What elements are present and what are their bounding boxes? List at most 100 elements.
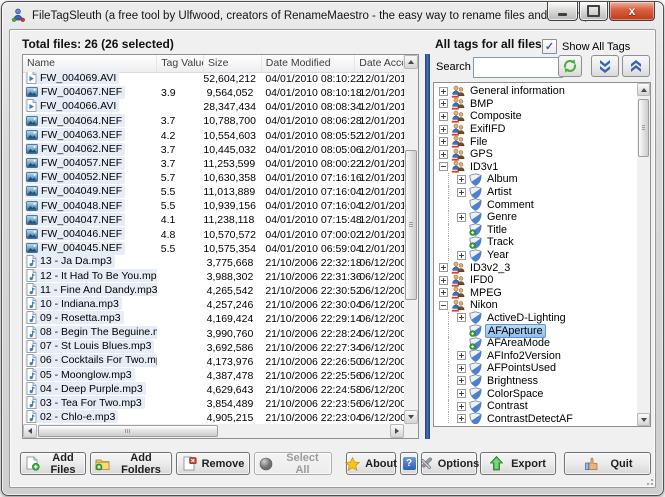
resize-grip[interactable] (643, 475, 653, 485)
hscroll-thumb[interactable] (38, 425, 218, 437)
add-files-button[interactable]: Add Files (20, 452, 86, 476)
table-row[interactable]: FW_004057.NEF 3.7 11,253,599 04/01/2010 08:… (23, 156, 404, 171)
expander-minus-icon[interactable] (439, 162, 448, 172)
expander-plus-icon[interactable] (439, 137, 448, 147)
tree-item-afpointsused[interactable]: AFPointsUsed (435, 362, 636, 375)
table-row[interactable]: FW_004046.NEF 4.8 10,570,572 04/01/2010 07:… (23, 227, 404, 242)
tree-item-contrast[interactable]: Contrast (435, 399, 636, 413)
tree-item-comment[interactable]: Comment (435, 198, 636, 211)
scroll-right-button[interactable] (390, 424, 404, 438)
expander-plus-icon[interactable] (439, 263, 448, 273)
tree-item-contrastdetectaf[interactable]: ContrastDetectAF (435, 412, 636, 424)
tree-item-title[interactable]: Title (435, 223, 636, 237)
tree-item-afareamode[interactable]: AFAreaMode (435, 336, 636, 350)
tree-item-general-information[interactable]: General information (435, 85, 636, 98)
table-row[interactable]: 02 - Chlo-e.mp3 4,905,215 21/10/2006 22:23… (23, 410, 404, 424)
table-row[interactable]: FW_004067.NEF 3.9 9,564,052 04/01/2010 08:1… (23, 85, 404, 100)
expander-plus-icon[interactable] (457, 389, 466, 399)
tree-item-id3v2-3[interactable]: ID3v2_3 (435, 261, 636, 274)
tree-item-id3v1[interactable]: ID3v1 (435, 161, 636, 174)
tree-item-composite[interactable]: Composite (435, 110, 636, 123)
show-all-tags-checkbox[interactable]: ✓ Show All Tags (542, 39, 630, 54)
table-row[interactable]: FW_004047.NEF 4.1 11,238,118 04/01/2010 07:… (23, 213, 404, 227)
vscroll-thumb[interactable] (405, 150, 417, 300)
table-row[interactable]: FW_004049.NEF 5.5 11,013,889 04/01/2010 07:… (23, 184, 404, 199)
tree-item-brightness[interactable]: Brightness (435, 374, 636, 388)
tree-item-ifd0[interactable]: IFD0 (435, 274, 636, 287)
table-row[interactable]: FW_004052.NEF 5.7 10,630,358 04/01/2010 07:… (23, 170, 404, 185)
table-row[interactable]: 04 - Deep Purple.mp3 4,629,643 21/10/2006 … (23, 382, 404, 397)
table-row[interactable]: 11 - Fine And Dandy.mp3 4,265,542 21/10/20… (23, 283, 404, 298)
table-row[interactable]: 06 - Cocktails For Two.mp3 4,173,976 21/10… (23, 353, 404, 369)
table-row[interactable]: FW_004048.NEF 5.5 10,939,156 04/01/2010 07:… (23, 199, 404, 213)
expander-plus-icon[interactable] (457, 401, 466, 411)
expander-plus-icon[interactable] (439, 124, 448, 134)
expander-plus-icon[interactable] (457, 351, 466, 361)
table-row[interactable]: 08 - Begin The Beguine.mp3 3,990,760 21/10… (23, 325, 404, 341)
table-row[interactable]: FW_004064.NEF 3.7 10,788,700 04/01/2010 08:… (23, 114, 404, 128)
table-row[interactable]: FW_004066.AVI 28,347,434 04/01/2010 08:08:… (23, 99, 404, 114)
checkbox-icon[interactable]: ✓ (542, 39, 557, 54)
help-button[interactable]: ? (400, 452, 418, 475)
minimize-button[interactable] (547, 2, 578, 21)
column-header-name[interactable]: Name (23, 55, 158, 72)
expander-plus-icon[interactable] (439, 149, 448, 159)
maximize-button[interactable] (579, 2, 608, 21)
tree-item-genre[interactable]: Genre (435, 210, 636, 224)
column-header-tag-value[interactable]: Tag Value (157, 55, 205, 72)
export-button[interactable]: Export (480, 452, 556, 475)
scroll-down-button[interactable] (404, 410, 418, 424)
table-row[interactable]: 12 - It Had To Be You.mp3 3,988,302 21/10/… (23, 269, 404, 284)
scroll-up-button[interactable] (404, 55, 418, 69)
expander-plus-icon[interactable] (457, 212, 466, 222)
search-input[interactable] (473, 57, 563, 78)
scroll-left-button[interactable] (23, 424, 37, 438)
table-row[interactable]: FW_004063.NEF 4.2 10,554,603 04/01/2010 08:… (23, 128, 404, 143)
expander-plus-icon[interactable] (439, 275, 448, 285)
table-row[interactable]: FW_004062.NEF 3.7 10,445,032 04/01/2010 08:… (23, 142, 404, 157)
expander-plus-icon[interactable] (457, 313, 466, 323)
options-button[interactable]: Options (420, 452, 479, 475)
about-button[interactable]: About (345, 452, 397, 475)
table-row[interactable]: 10 - Indiana.mp3 4,257,246 21/10/2006 22:3… (23, 297, 404, 312)
tree-item-mpeg[interactable]: MPEG (435, 287, 636, 300)
expander-minus-icon[interactable] (439, 300, 448, 310)
table-row[interactable]: 13 - Ja Da.mp3 3,775,668 21/10/2006 22:32:… (23, 254, 404, 270)
tree-vscroll-thumb[interactable] (638, 99, 649, 157)
table-row[interactable]: 07 - St Louis Blues.mp3 3,692,586 21/10/20… (23, 339, 404, 355)
table-row[interactable]: FW_004045.NEF 5.5 10,575,354 04/01/2010 06:… (23, 241, 404, 256)
tree-item-track[interactable]: Track (435, 236, 636, 249)
tree-item-artist[interactable]: Artist (435, 185, 636, 199)
tree-item-bmp[interactable]: BMP (435, 98, 636, 111)
expander-plus-icon[interactable] (439, 111, 448, 121)
tree-scroll-up-button[interactable] (637, 83, 650, 96)
tree-scroll-down-button[interactable] (637, 413, 650, 426)
column-header-date-access[interactable]: Date Access (355, 55, 404, 72)
remove-button[interactable]: Remove (176, 452, 250, 475)
expander-plus-icon[interactable] (457, 250, 466, 260)
table-row[interactable]: 09 - Rosetta.mp3 4,169,424 21/10/2006 22:2… (23, 311, 404, 326)
refresh-button[interactable] (558, 55, 582, 77)
tree-item-afaperture[interactable]: AFAperture (435, 323, 636, 338)
table-row[interactable]: 05 - Moonglow.mp3 4,387,478 21/10/2006 22:… (23, 368, 404, 383)
expander-plus-icon[interactable] (457, 174, 466, 184)
tree-item-colorspace[interactable]: ColorSpace (435, 387, 636, 400)
table-row[interactable]: 03 - Tea For Two.mp3 3,854,489 21/10/2006 … (23, 396, 404, 411)
expander-plus-icon[interactable] (457, 376, 466, 386)
select-all-button[interactable]: Select All (254, 452, 332, 476)
tree-item-year[interactable]: Year (435, 248, 636, 262)
add-folders-button[interactable]: Add Folders (90, 452, 172, 476)
expander-plus-icon[interactable] (457, 363, 466, 373)
tree-item-gps[interactable]: GPS (435, 148, 636, 161)
tree-item-actived-lighting[interactable]: ActiveD-Lighting (435, 311, 636, 325)
collapse-all-button[interactable] (622, 55, 650, 77)
tree-item-nikon[interactable]: Nikon (435, 299, 636, 312)
expander-plus-icon[interactable] (439, 288, 448, 298)
title-bar[interactable]: FileTagSleuth (a free tool by Ulfwood, c… (2, 2, 663, 29)
tree-item-afinfo2version[interactable]: AFInfo2Version (435, 349, 636, 363)
expand-all-button[interactable] (591, 55, 619, 77)
quit-button[interactable]: Quit (564, 452, 651, 475)
table-row[interactable]: FW_004069.AVI 52,604,212 04/01/2010 08:10:… (23, 72, 404, 86)
expander-plus-icon[interactable] (457, 187, 466, 197)
expander-plus-icon[interactable] (457, 414, 466, 424)
